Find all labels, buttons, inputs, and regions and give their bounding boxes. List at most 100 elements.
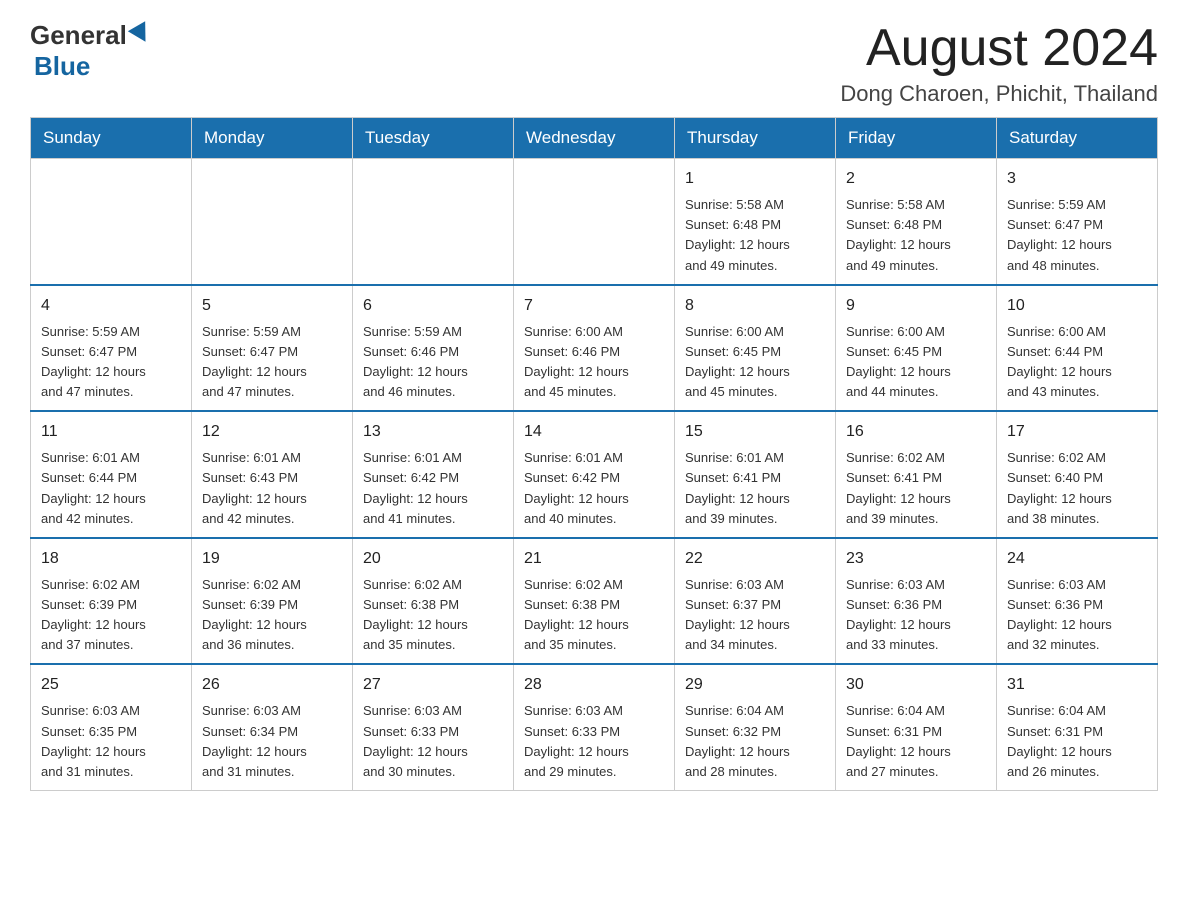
- day-info: Sunrise: 6:03 AMSunset: 6:37 PMDaylight:…: [685, 575, 825, 656]
- day-info: Sunrise: 6:00 AMSunset: 6:44 PMDaylight:…: [1007, 322, 1147, 403]
- calendar-cell: 18 Sunrise: 6:02 AMSunset: 6:39 PMDayligh…: [31, 538, 192, 665]
- day-info: Sunrise: 6:03 AMSunset: 6:34 PMDaylight:…: [202, 701, 342, 782]
- day-info: Sunrise: 6:00 AMSunset: 6:46 PMDaylight:…: [524, 322, 664, 403]
- day-number: 16: [846, 420, 986, 444]
- day-info: Sunrise: 6:01 AMSunset: 6:44 PMDaylight:…: [41, 448, 181, 529]
- calendar-cell: 28 Sunrise: 6:03 AMSunset: 6:33 PMDayligh…: [514, 664, 675, 790]
- logo-blue-text: Blue: [34, 51, 90, 82]
- day-number: 24: [1007, 547, 1147, 571]
- day-info: Sunrise: 5:59 AMSunset: 6:46 PMDaylight:…: [363, 322, 503, 403]
- day-info: Sunrise: 6:03 AMSunset: 6:35 PMDaylight:…: [41, 701, 181, 782]
- calendar-cell: 13 Sunrise: 6:01 AMSunset: 6:42 PMDayligh…: [353, 411, 514, 538]
- day-info: Sunrise: 6:01 AMSunset: 6:42 PMDaylight:…: [524, 448, 664, 529]
- day-info: Sunrise: 6:02 AMSunset: 6:38 PMDaylight:…: [524, 575, 664, 656]
- day-info: Sunrise: 5:58 AMSunset: 6:48 PMDaylight:…: [846, 195, 986, 276]
- day-number: 3: [1007, 167, 1147, 191]
- day-number: 13: [363, 420, 503, 444]
- calendar-cell: 29 Sunrise: 6:04 AMSunset: 6:32 PMDayligh…: [675, 664, 836, 790]
- logo: General Blue: [30, 20, 151, 82]
- day-number: 29: [685, 673, 825, 697]
- day-number: 14: [524, 420, 664, 444]
- day-number: 28: [524, 673, 664, 697]
- day-number: 11: [41, 420, 181, 444]
- column-header-tuesday: Tuesday: [353, 118, 514, 159]
- column-header-thursday: Thursday: [675, 118, 836, 159]
- day-number: 19: [202, 547, 342, 571]
- day-info: Sunrise: 6:01 AMSunset: 6:43 PMDaylight:…: [202, 448, 342, 529]
- day-info: Sunrise: 6:03 AMSunset: 6:33 PMDaylight:…: [524, 701, 664, 782]
- day-number: 26: [202, 673, 342, 697]
- day-number: 10: [1007, 294, 1147, 318]
- calendar-header-row: SundayMondayTuesdayWednesdayThursdayFrid…: [31, 118, 1158, 159]
- day-number: 12: [202, 420, 342, 444]
- day-info: Sunrise: 6:02 AMSunset: 6:40 PMDaylight:…: [1007, 448, 1147, 529]
- day-number: 4: [41, 294, 181, 318]
- day-info: Sunrise: 6:02 AMSunset: 6:41 PMDaylight:…: [846, 448, 986, 529]
- calendar-cell: 5 Sunrise: 5:59 AMSunset: 6:47 PMDaylight…: [192, 285, 353, 412]
- day-number: 1: [685, 167, 825, 191]
- calendar-cell: 10 Sunrise: 6:00 AMSunset: 6:44 PMDayligh…: [997, 285, 1158, 412]
- day-info: Sunrise: 6:00 AMSunset: 6:45 PMDaylight:…: [846, 322, 986, 403]
- day-info: Sunrise: 6:02 AMSunset: 6:39 PMDaylight:…: [202, 575, 342, 656]
- day-number: 30: [846, 673, 986, 697]
- day-number: 17: [1007, 420, 1147, 444]
- column-header-friday: Friday: [836, 118, 997, 159]
- day-info: Sunrise: 6:02 AMSunset: 6:39 PMDaylight:…: [41, 575, 181, 656]
- column-header-saturday: Saturday: [997, 118, 1158, 159]
- column-header-monday: Monday: [192, 118, 353, 159]
- day-number: 25: [41, 673, 181, 697]
- day-number: 21: [524, 547, 664, 571]
- day-info: Sunrise: 6:01 AMSunset: 6:42 PMDaylight:…: [363, 448, 503, 529]
- calendar-cell: [514, 159, 675, 285]
- day-number: 23: [846, 547, 986, 571]
- calendar-cell: 16 Sunrise: 6:02 AMSunset: 6:41 PMDayligh…: [836, 411, 997, 538]
- logo-arrow-icon: [128, 21, 154, 47]
- day-info: Sunrise: 6:03 AMSunset: 6:33 PMDaylight:…: [363, 701, 503, 782]
- page-header: General Blue August 2024 Dong Charoen, P…: [30, 20, 1158, 107]
- calendar-cell: 4Sunrise: 5:59 AMSunset: 6:47 PMDaylight…: [31, 285, 192, 412]
- week-row-2: 4 Sunrise: 5:59 AMSunset: 6:47 PMDaylight…: [31, 285, 1158, 412]
- calendar-cell: 3Sunrise: 5:59 AMSunset: 6:47 PMDaylight…: [997, 159, 1158, 285]
- column-header-wednesday: Wednesday: [514, 118, 675, 159]
- calendar-table: SundayMondayTuesdayWednesdayThursdayFrid…: [30, 117, 1158, 791]
- day-number: 15: [685, 420, 825, 444]
- day-info: Sunrise: 6:04 AMSunset: 6:31 PMDaylight:…: [846, 701, 986, 782]
- calendar-cell: 31 Sunrise: 6:04 AMSunset: 6:31 PMDayligh…: [997, 664, 1158, 790]
- week-row-4: 18 Sunrise: 6:02 AMSunset: 6:39 PMDayligh…: [31, 538, 1158, 665]
- calendar-cell: 25 Sunrise: 6:03 AMSunset: 6:35 PMDayligh…: [31, 664, 192, 790]
- calendar-cell: 12 Sunrise: 6:01 AMSunset: 6:43 PMDayligh…: [192, 411, 353, 538]
- day-number: 27: [363, 673, 503, 697]
- day-number: 6: [363, 294, 503, 318]
- column-header-sunday: Sunday: [31, 118, 192, 159]
- day-number: 5: [202, 294, 342, 318]
- day-info: Sunrise: 6:04 AMSunset: 6:31 PMDaylight:…: [1007, 701, 1147, 782]
- calendar-cell: 30 Sunrise: 6:04 AMSunset: 6:31 PMDayligh…: [836, 664, 997, 790]
- calendar-cell: [31, 159, 192, 285]
- calendar-cell: 17 Sunrise: 6:02 AMSunset: 6:40 PMDayligh…: [997, 411, 1158, 538]
- calendar-cell: 2 Sunrise: 5:58 AMSunset: 6:48 PMDaylight…: [836, 159, 997, 285]
- day-info: Sunrise: 5:59 AMSunset: 6:47 PMDaylight:…: [202, 322, 342, 403]
- day-number: 2: [846, 167, 986, 191]
- day-number: 18: [41, 547, 181, 571]
- day-number: 9: [846, 294, 986, 318]
- week-row-1: 1 Sunrise: 5:58 AMSunset: 6:48 PMDaylight…: [31, 159, 1158, 285]
- calendar-cell: 23 Sunrise: 6:03 AMSunset: 6:36 PMDayligh…: [836, 538, 997, 665]
- day-number: 8: [685, 294, 825, 318]
- calendar-cell: 19 Sunrise: 6:02 AMSunset: 6:39 PMDayligh…: [192, 538, 353, 665]
- calendar-cell: 22 Sunrise: 6:03 AMSunset: 6:37 PMDayligh…: [675, 538, 836, 665]
- week-row-5: 25 Sunrise: 6:03 AMSunset: 6:35 PMDayligh…: [31, 664, 1158, 790]
- day-number: 22: [685, 547, 825, 571]
- calendar-cell: 8 Sunrise: 6:00 AMSunset: 6:45 PMDaylight…: [675, 285, 836, 412]
- calendar-cell: 15Sunrise: 6:01 AMSunset: 6:41 PMDayligh…: [675, 411, 836, 538]
- calendar-cell: 11 Sunrise: 6:01 AMSunset: 6:44 PMDayligh…: [31, 411, 192, 538]
- calendar-cell: 27 Sunrise: 6:03 AMSunset: 6:33 PMDayligh…: [353, 664, 514, 790]
- calendar-cell: 26 Sunrise: 6:03 AMSunset: 6:34 PMDayligh…: [192, 664, 353, 790]
- calendar-cell: 6 Sunrise: 5:59 AMSunset: 6:46 PMDaylight…: [353, 285, 514, 412]
- day-info: Sunrise: 6:00 AMSunset: 6:45 PMDaylight:…: [685, 322, 825, 403]
- calendar-cell: 24Sunrise: 6:03 AMSunset: 6:36 PMDayligh…: [997, 538, 1158, 665]
- day-info: Sunrise: 6:04 AMSunset: 6:32 PMDaylight:…: [685, 701, 825, 782]
- day-number: 31: [1007, 673, 1147, 697]
- day-info: Sunrise: 6:03 AMSunset: 6:36 PMDaylight:…: [846, 575, 986, 656]
- day-number: 20: [363, 547, 503, 571]
- calendar-cell: 14 Sunrise: 6:01 AMSunset: 6:42 PMDayligh…: [514, 411, 675, 538]
